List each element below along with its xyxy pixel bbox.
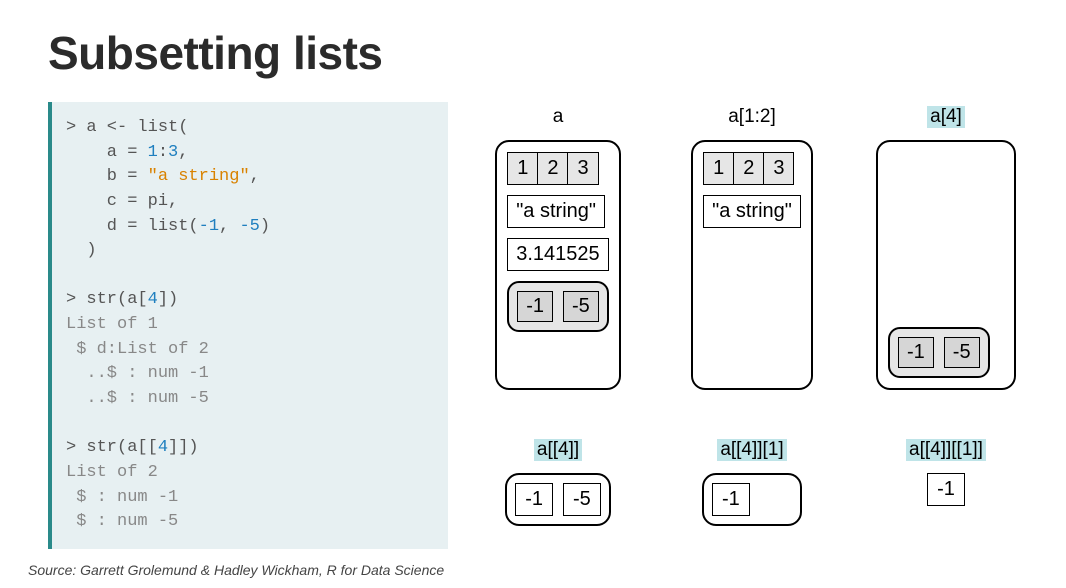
- list-outer: 1 2 3 "a string" 3.141525 -1 -5: [495, 140, 621, 390]
- literal-num: 4: [158, 438, 168, 457]
- cell: -1: [898, 337, 934, 368]
- code-line: d = list(: [66, 217, 199, 236]
- cell: -5: [563, 291, 599, 322]
- literal-num: 4: [148, 290, 158, 309]
- output-line: List of 1: [66, 315, 158, 334]
- string-box: "a string": [507, 195, 605, 228]
- cell: 3: [568, 153, 597, 184]
- literal-num: -1: [199, 217, 219, 236]
- vector-box: 1 2 3: [703, 152, 794, 185]
- label-adbl4: a[[4]]: [534, 439, 582, 461]
- code-line: > str(a[[: [66, 438, 158, 457]
- list-outer: -1 -5: [876, 140, 1016, 390]
- label-adbl4-1: a[[4]][1]: [717, 439, 786, 461]
- punct: ]]): [168, 438, 199, 457]
- punct: ]): [158, 290, 178, 309]
- output-line: $ d:List of 2: [66, 340, 209, 359]
- diagram-adbl4: a[[4]] -1 -5: [478, 439, 638, 549]
- label-a4: a[4]: [927, 106, 965, 128]
- output-line: $ : num -5: [66, 512, 178, 531]
- literal-string: "a string": [148, 167, 250, 186]
- punct: ,: [219, 217, 239, 236]
- diagram-adbl4-1: a[[4]][1] -1: [672, 439, 832, 549]
- cell: 3: [764, 153, 793, 184]
- label-adbl4-dbl1: a[[4]][[1]]: [906, 439, 986, 461]
- literal-num: -5: [239, 217, 259, 236]
- code-line: ): [66, 241, 97, 260]
- vector-box: 1 2 3: [507, 152, 598, 185]
- code-line: c = pi,: [66, 192, 178, 211]
- pi-box: 3.141525: [507, 238, 608, 271]
- code-line: > str(a[: [66, 290, 148, 309]
- cell: 2: [734, 153, 764, 184]
- code-line: b =: [66, 167, 148, 186]
- cell: -5: [563, 483, 601, 516]
- code-line: > a <- list(: [66, 118, 188, 137]
- label-a12: a[1:2]: [728, 106, 776, 128]
- punct: ,: [250, 167, 260, 186]
- nested-list: -1 -5: [888, 327, 990, 378]
- punct: ): [260, 217, 270, 236]
- output-line: ..$ : num -1: [66, 364, 209, 383]
- label-a: a: [553, 106, 564, 128]
- output-line: ..$ : num -5: [66, 389, 209, 408]
- output-line: List of 2: [66, 463, 158, 482]
- cell: 1: [508, 153, 538, 184]
- diagram-a: a 1 2 3 "a string" 3.141525 -1 -5: [478, 106, 638, 413]
- diagram-a4: a[4] -1 -5: [866, 106, 1026, 413]
- op: :: [158, 143, 168, 162]
- punct: ,: [178, 143, 188, 162]
- cell: -1: [927, 473, 965, 506]
- code-block: > a <- list( a = 1:3, b = "a string", c …: [48, 102, 448, 549]
- cell: -1: [515, 483, 553, 516]
- code-line: a =: [66, 143, 148, 162]
- cell: -5: [944, 337, 980, 368]
- cell: -1: [517, 291, 553, 322]
- list-outer: -1 -5: [505, 473, 611, 526]
- cell: -1: [712, 483, 750, 516]
- list-outer: 1 2 3 "a string": [691, 140, 813, 390]
- literal-num: 1: [148, 143, 158, 162]
- content-row: > a <- list( a = 1:3, b = "a string", c …: [48, 102, 1026, 549]
- cell: 2: [538, 153, 568, 184]
- diagram-a12: a[1:2] 1 2 3 "a string": [672, 106, 832, 413]
- diagram-grid: a 1 2 3 "a string" 3.141525 -1 -5: [478, 102, 1026, 549]
- slide-root: Subsetting lists > a <- list( a = 1:3, b…: [0, 0, 1066, 559]
- output-line: $ : num -1: [66, 488, 178, 507]
- list-outer: -1: [702, 473, 802, 526]
- string-box: "a string": [703, 195, 801, 228]
- source-attribution: Source: Garrett Grolemund & Hadley Wickh…: [28, 562, 444, 578]
- diagram-adbl4-dbl1: a[[4]][[1]] -1: [866, 439, 1026, 549]
- literal-num: 3: [168, 143, 178, 162]
- cell: 1: [704, 153, 734, 184]
- slide-title: Subsetting lists: [48, 26, 1026, 80]
- nested-list: -1 -5: [507, 281, 609, 332]
